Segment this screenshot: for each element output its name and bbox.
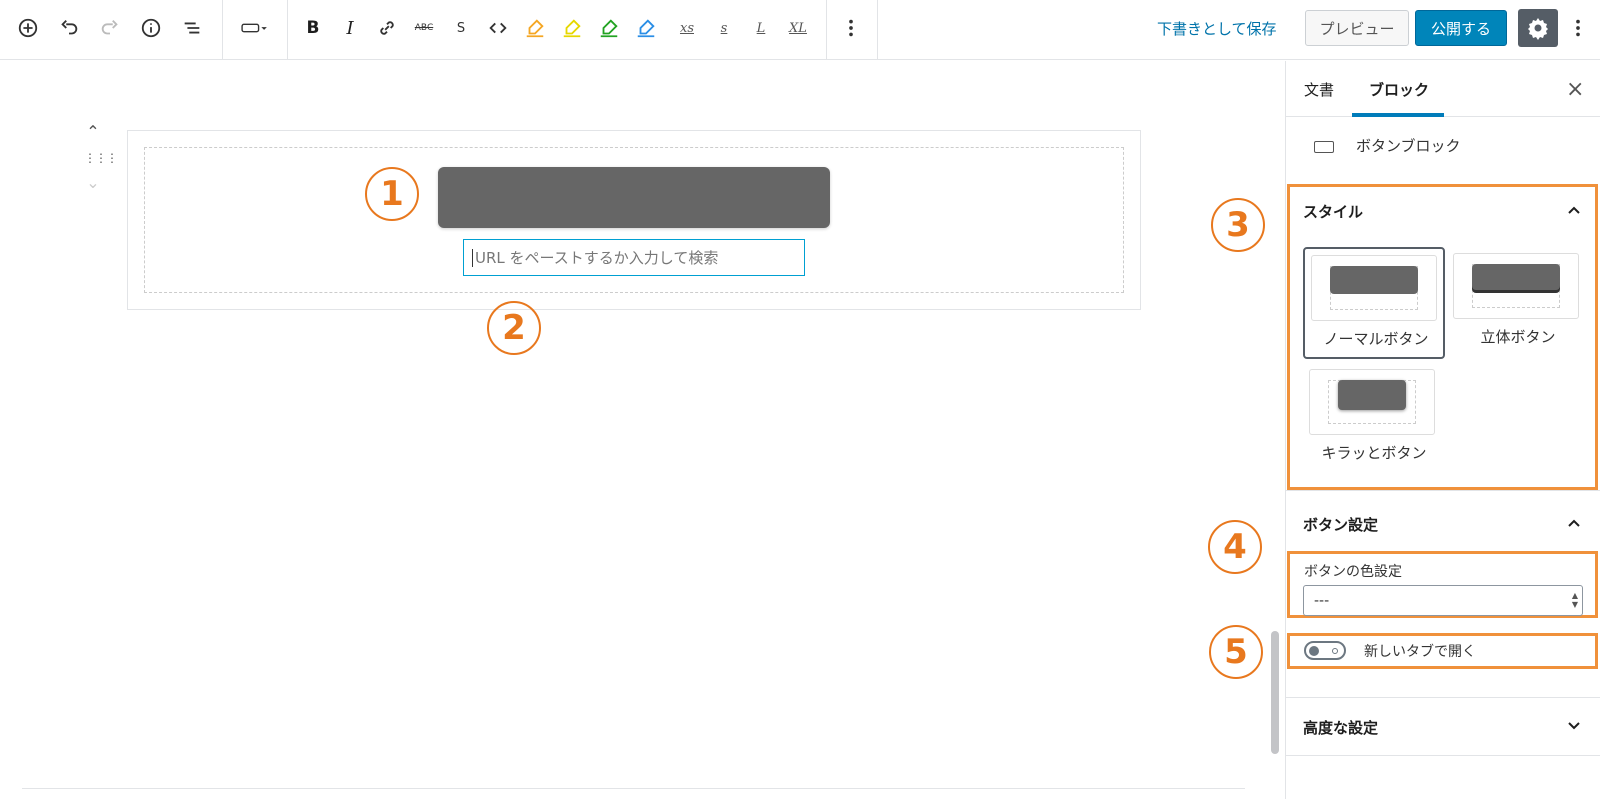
color-setting-label: ボタンの色設定: [1304, 564, 1402, 580]
button-settings-title[interactable]: ボタン設定: [1303, 514, 1378, 535]
url-search-input[interactable]: URL をペーストするか入力して検索: [463, 239, 805, 276]
highlighter-yellow-icon[interactable]: [554, 10, 590, 46]
expand-chevron-icon[interactable]: [1566, 718, 1582, 734]
highlighter-orange-icon[interactable]: [517, 10, 553, 46]
drag-handle-icon[interactable]: ⋮⋮⋮: [84, 151, 118, 165]
tab-document[interactable]: 文書: [1304, 79, 1334, 100]
settings-sidebar: 文書 ブロック × ボタンブロック スタイル ノーマルボタン 立体ボタン キラッ…: [1285, 61, 1600, 799]
divider: [22, 788, 1245, 789]
block-card-title: ボタンブロック: [1356, 137, 1461, 155]
block-card: ボタンブロック: [1286, 117, 1600, 181]
publish-button[interactable]: 公開する: [1415, 10, 1507, 46]
annotation-5: 5: [1209, 625, 1263, 679]
annotation-3: 3: [1211, 198, 1265, 252]
editor-toolbar: B I ABC S xs s L XL 下書きとして保存 プレビュー 公開する: [0, 0, 1600, 60]
settings-gear-icon[interactable]: [1518, 9, 1558, 47]
preview-button[interactable]: プレビュー: [1305, 10, 1409, 46]
collapse-chevron-icon[interactable]: [1566, 515, 1582, 531]
style-label-shine: キラッとボタン: [1321, 444, 1427, 462]
link-icon[interactable]: [369, 10, 405, 46]
style-label-normal: ノーマルボタン: [1323, 330, 1429, 348]
url-placeholder: URL をペーストするか入力して検索: [475, 249, 719, 267]
editor-scrollbar[interactable]: [1271, 631, 1279, 754]
editor-canvas: ⌃ ⋮⋮⋮ ⌄ URL をペーストするか入力して検索 1 2 3 4 5: [0, 61, 1267, 799]
more-options-icon[interactable]: [833, 10, 869, 46]
undo-icon[interactable]: [51, 10, 87, 46]
add-block-icon[interactable]: [10, 10, 46, 46]
advanced-settings-title[interactable]: 高度な設定: [1303, 717, 1378, 738]
tab-block[interactable]: ブロック: [1369, 79, 1429, 100]
redo-icon[interactable]: [92, 10, 128, 46]
sidebar-tabs: 文書 ブロック ×: [1286, 61, 1600, 117]
style-option-shine[interactable]: キラッとボタン: [1303, 363, 1445, 475]
font-xl-button[interactable]: XL: [780, 10, 816, 46]
font-s-button[interactable]: s: [706, 10, 742, 46]
new-tab-toggle[interactable]: [1304, 641, 1346, 660]
select-arrows-icon: ▲ ▼: [1571, 591, 1578, 609]
italic-button[interactable]: I: [332, 10, 368, 46]
outline-icon[interactable]: [174, 10, 210, 46]
close-icon[interactable]: ×: [1566, 77, 1584, 102]
button-preview[interactable]: [438, 167, 830, 228]
code-icon[interactable]: [480, 10, 516, 46]
style-option-3d[interactable]: 立体ボタン: [1447, 247, 1589, 359]
font-xs-button[interactable]: xs: [669, 10, 705, 46]
bold-button[interactable]: B: [295, 10, 331, 46]
s-format-button[interactable]: S: [443, 10, 479, 46]
strikethrough-button[interactable]: ABC: [406, 10, 442, 46]
style-option-normal[interactable]: ノーマルボタン: [1303, 247, 1445, 359]
block-type-icon[interactable]: [234, 10, 274, 46]
color-select-value: ---: [1314, 592, 1330, 609]
color-setting-select[interactable]: --- ▲ ▼: [1303, 585, 1583, 616]
font-l-button[interactable]: L: [743, 10, 779, 46]
annotation-2: 2: [487, 301, 541, 355]
move-up-icon[interactable]: ⌃: [84, 122, 102, 141]
annotation-4: 4: [1208, 520, 1262, 574]
top-more-options-icon[interactable]: [1560, 10, 1596, 46]
info-icon[interactable]: [133, 10, 169, 46]
save-draft-link[interactable]: 下書きとして保存: [1157, 18, 1277, 39]
highlighter-blue-icon[interactable]: [628, 10, 664, 46]
collapse-chevron-icon[interactable]: [1566, 202, 1582, 218]
new-tab-label: 新しいタブで開く: [1364, 644, 1476, 660]
move-down-icon[interactable]: ⌄: [84, 173, 102, 192]
highlighter-green-icon[interactable]: [591, 10, 627, 46]
style-label-3d: 立体ボタン: [1480, 328, 1556, 346]
button-block-icon: [1314, 141, 1334, 153]
style-panel-title[interactable]: スタイル: [1303, 201, 1363, 222]
annotation-1: 1: [365, 167, 419, 221]
